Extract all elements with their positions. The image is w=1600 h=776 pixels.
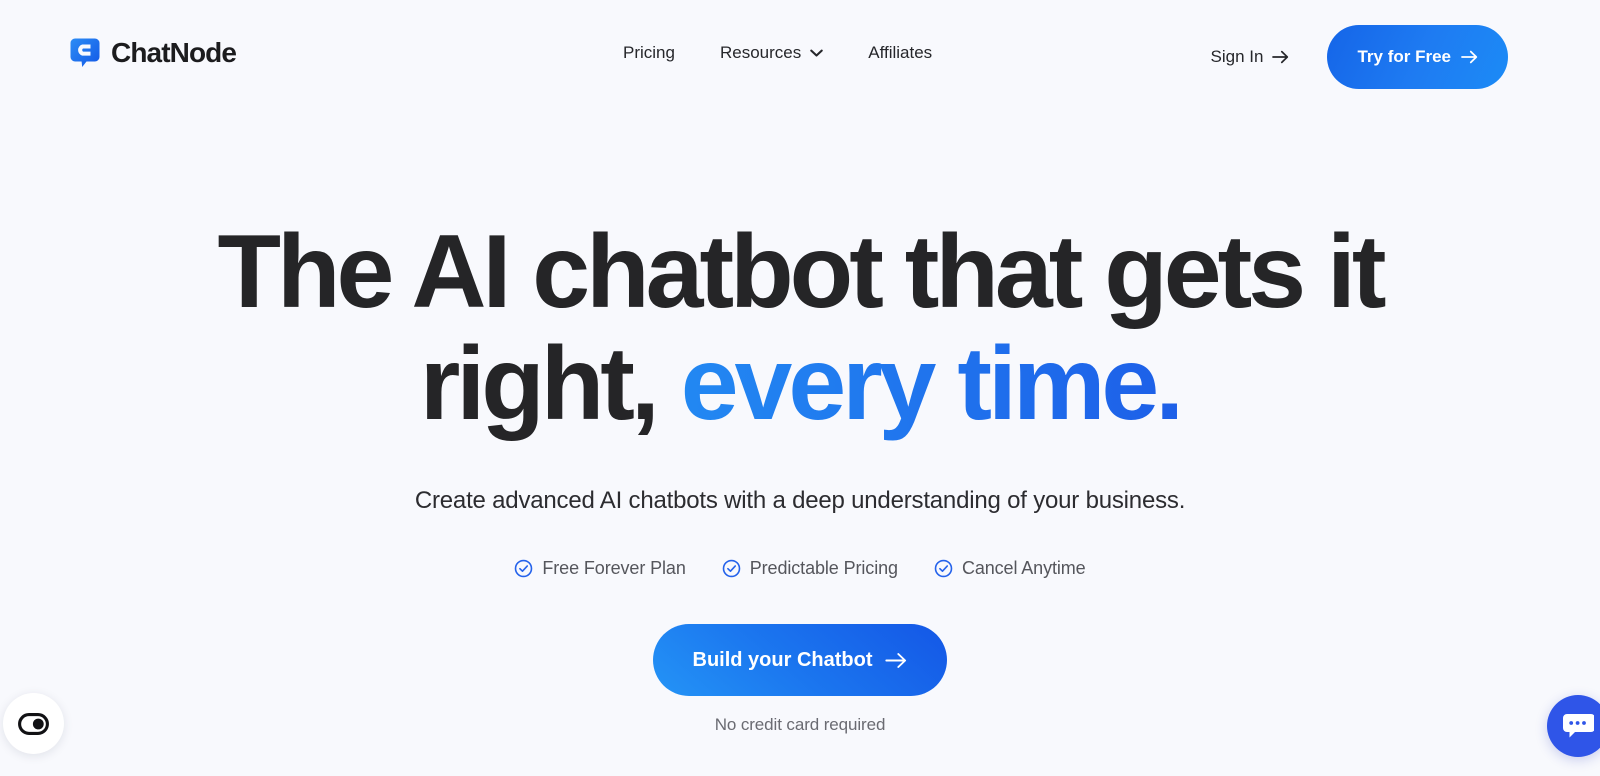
circle-check-icon bbox=[722, 559, 741, 578]
build-your-chatbot-button[interactable]: Build your Chatbot bbox=[652, 624, 948, 696]
cta-note: No credit card required bbox=[714, 715, 886, 734]
landing-page: ChatNode Pricing Resources Affiliates Si… bbox=[0, 0, 1600, 776]
build-your-chatbot-label: Build your Chatbot bbox=[692, 648, 873, 671]
feature-item-predictable-pricing: Predictable Pricing bbox=[722, 558, 898, 579]
hero-cta-block: Build your Chatbot No credit card requir… bbox=[0, 624, 1600, 735]
cookie-consent-button[interactable] bbox=[3, 693, 64, 754]
hero-subheadline: Create advanced AI chatbots with a deep … bbox=[414, 487, 1186, 514]
hero-feature-list: Free Forever Plan Predictable Pricing Ca… bbox=[0, 558, 1600, 579]
cookie-consent-toggle-icon bbox=[18, 712, 49, 735]
feature-item-free-forever-plan: Free Forever Plan bbox=[514, 558, 686, 579]
circle-check-icon bbox=[934, 559, 953, 578]
chat-bubble-dots-icon bbox=[1562, 711, 1594, 741]
page-title: The AI chatbot that gets it right, every… bbox=[0, 216, 1600, 441]
feature-item-cancel-anytime: Cancel Anytime bbox=[934, 558, 1086, 579]
circle-check-icon bbox=[514, 559, 533, 578]
headline-line-2-dark: right, bbox=[419, 326, 681, 443]
feature-label: Cancel Anytime bbox=[961, 558, 1086, 578]
headline-line-2-highlight: every time. bbox=[680, 326, 1184, 443]
headline-line-2: right, every time. bbox=[0, 328, 1600, 440]
feature-label: Free Forever Plan bbox=[542, 558, 686, 578]
headline-line-1: The AI chatbot that gets it bbox=[217, 214, 1386, 330]
hero-section: The AI chatbot that gets it right, every… bbox=[0, 0, 1600, 776]
feature-label: Predictable Pricing bbox=[749, 558, 898, 578]
chat-launcher-button[interactable] bbox=[1547, 695, 1600, 757]
arrow-right-icon bbox=[885, 652, 907, 669]
